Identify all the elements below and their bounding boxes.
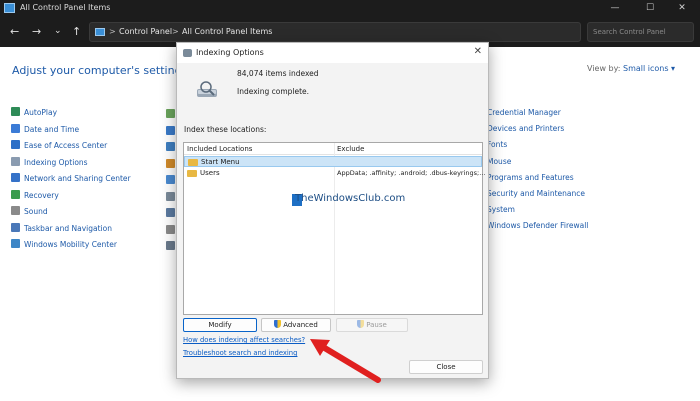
window-title-bar: All Control Panel Items — ☐ ✕: [0, 0, 700, 17]
cp-item-label: Windows Mobility Center: [24, 240, 117, 249]
indexing-drive-icon: [197, 81, 217, 97]
cp-item-network-and-sharing-center[interactable]: Network and Sharing Center: [11, 173, 131, 185]
dialog-close-icon[interactable]: ✕: [474, 46, 482, 57]
control-panel-item-icon[interactable]: [166, 175, 175, 184]
up-button[interactable]: ↑: [72, 25, 81, 38]
view-by-label: View by:: [587, 64, 621, 73]
cp-item-label: System: [487, 205, 515, 215]
cp-item-label: Credential Manager: [487, 108, 561, 117]
annotation-arrow: [310, 339, 381, 383]
uac-shield-icon: [357, 320, 365, 328]
cp-item-label: Recovery: [24, 190, 59, 200]
view-by-dropdown[interactable]: Small icons ▾: [623, 64, 675, 73]
cp-item-label: Ease of Access Center: [24, 141, 108, 150]
cp-item-label: Date and Time: [24, 124, 80, 134]
breadcrumb-all-items[interactable]: All Control Panel Items: [182, 27, 272, 36]
recovery-icon: [11, 189, 20, 199]
table-header: Included Locations Exclude: [184, 143, 482, 155]
maximize-button[interactable]: ☐: [635, 0, 665, 17]
cp-item-label: Network and Sharing Center: [24, 174, 131, 183]
search-input[interactable]: Search Control Panel: [587, 22, 694, 42]
cp-item-windows-mobility-center[interactable]: Windows Mobility Center: [11, 239, 117, 251]
close-button-label: Close: [436, 363, 456, 371]
indexing-status: Indexing complete.: [237, 87, 310, 96]
breadcrumb-separator: >: [172, 27, 179, 36]
cp-item-label: Fonts: [487, 140, 508, 150]
close-button[interactable]: Close: [409, 360, 483, 374]
cp-item-taskbar-and-navigation[interactable]: Taskbar and Navigation: [11, 222, 112, 235]
cp-item-autoplay[interactable]: AutoPlay: [11, 107, 57, 119]
folder-icon: [187, 170, 197, 177]
control-panel-icon: [95, 28, 105, 36]
cp-item-label: AutoPlay: [24, 108, 58, 117]
items-indexed-count: 84,074 items indexed: [237, 69, 319, 78]
dialog-title-bar: Indexing Options ✕: [177, 43, 488, 63]
control-panel-item-icon[interactable]: [166, 191, 175, 201]
location-name: Users: [200, 169, 220, 177]
cp-item-label: Mouse: [487, 156, 512, 166]
close-window-button[interactable]: ✕: [667, 0, 697, 17]
breadcrumb[interactable]: > Control Panel > All Control Panel Item…: [89, 22, 581, 42]
table-row[interactable]: Users AppData; .affinity; .android; .dbu…: [184, 168, 486, 179]
uac-shield-icon: [274, 320, 282, 328]
location-exclude: AppData; .affinity; .android; .dbus-keyr…: [337, 169, 486, 177]
column-header-exclude[interactable]: Exclude: [337, 145, 364, 153]
cp-item-label: Security and Maintenance: [487, 189, 585, 198]
control-panel-item-icon[interactable]: [166, 142, 175, 151]
cp-item-label: Programs and Features: [487, 172, 574, 182]
cp-item-label: Devices and Printers: [487, 124, 565, 134]
table-row[interactable]: Start Menu: [184, 156, 482, 167]
modify-button[interactable]: Modify: [183, 318, 257, 332]
minimize-button[interactable]: —: [600, 0, 630, 17]
accessibility-icon: [11, 140, 20, 149]
watermark-text: TheWindowsClub.com: [295, 193, 406, 204]
back-button[interactable]: ←: [10, 25, 19, 38]
cp-item-ease-of-access-center[interactable]: Ease of Access Center: [11, 140, 107, 152]
page-title: Adjust your computer's settings: [12, 64, 188, 77]
locations-table: Included Locations Exclude Start Menu Us…: [183, 142, 486, 315]
advanced-button-label: Advanced: [283, 321, 318, 329]
control-panel-item-icon[interactable]: [166, 241, 175, 250]
control-panel-item-icon[interactable]: [166, 109, 175, 118]
dialog-title: Indexing Options: [196, 48, 264, 57]
clock-icon: [11, 123, 20, 133]
indexing-options-dialog: Indexing Options ✕ 84,074 items indexed …: [176, 42, 489, 379]
control-panel-item-icon[interactable]: [166, 224, 175, 234]
control-panel-item-icon[interactable]: [166, 158, 175, 168]
cp-item-windows-defender-firewall[interactable]: Windows Defender Firewall: [474, 220, 588, 232]
cp-item-recovery[interactable]: Recovery: [11, 189, 59, 202]
window-title: All Control Panel Items: [20, 3, 111, 12]
forward-button[interactable]: →: [32, 25, 41, 38]
speaker-icon: [11, 206, 20, 215]
mobility-icon: [11, 239, 20, 248]
cp-item-indexing-options[interactable]: Indexing Options: [11, 156, 88, 169]
cp-item-security-and-maintenance[interactable]: Security and Maintenance: [474, 188, 585, 200]
network-icon: [11, 173, 20, 182]
search-placeholder: Search Control Panel: [593, 28, 666, 36]
cp-item-label: Indexing Options: [24, 157, 88, 167]
cp-item-label: Taskbar and Navigation: [24, 223, 112, 233]
taskbar-icon: [11, 222, 20, 232]
cp-item-sound[interactable]: Sound: [11, 206, 48, 218]
index-locations-label: Index these locations:: [184, 125, 267, 134]
pause-button-label: Pause: [366, 321, 387, 329]
autoplay-icon: [11, 107, 20, 116]
breadcrumb-control-panel[interactable]: Control Panel: [119, 27, 172, 36]
column-header-included[interactable]: Included Locations: [187, 145, 252, 153]
location-name: Start Menu: [201, 158, 240, 166]
folder-icon: [188, 159, 198, 166]
control-panel-item-icon[interactable]: [166, 125, 175, 135]
cp-item-date-and-time[interactable]: Date and Time: [11, 123, 80, 136]
how-indexing-affects-link[interactable]: How does indexing affect searches?: [183, 336, 305, 344]
indexing-icon: [183, 49, 192, 57]
breadcrumb-separator: >: [109, 27, 116, 36]
indexing-icon: [11, 156, 20, 166]
recent-locations-button[interactable]: ⌄: [54, 25, 62, 38]
cp-item-label: Windows Defender Firewall: [487, 221, 589, 231]
cp-item-label: Sound: [24, 207, 48, 216]
modify-button-label: Modify: [208, 321, 232, 329]
control-panel-item-icon[interactable]: [166, 208, 175, 217]
troubleshoot-link[interactable]: Troubleshoot search and indexing: [183, 349, 297, 357]
control-panel-icon: [4, 3, 15, 13]
